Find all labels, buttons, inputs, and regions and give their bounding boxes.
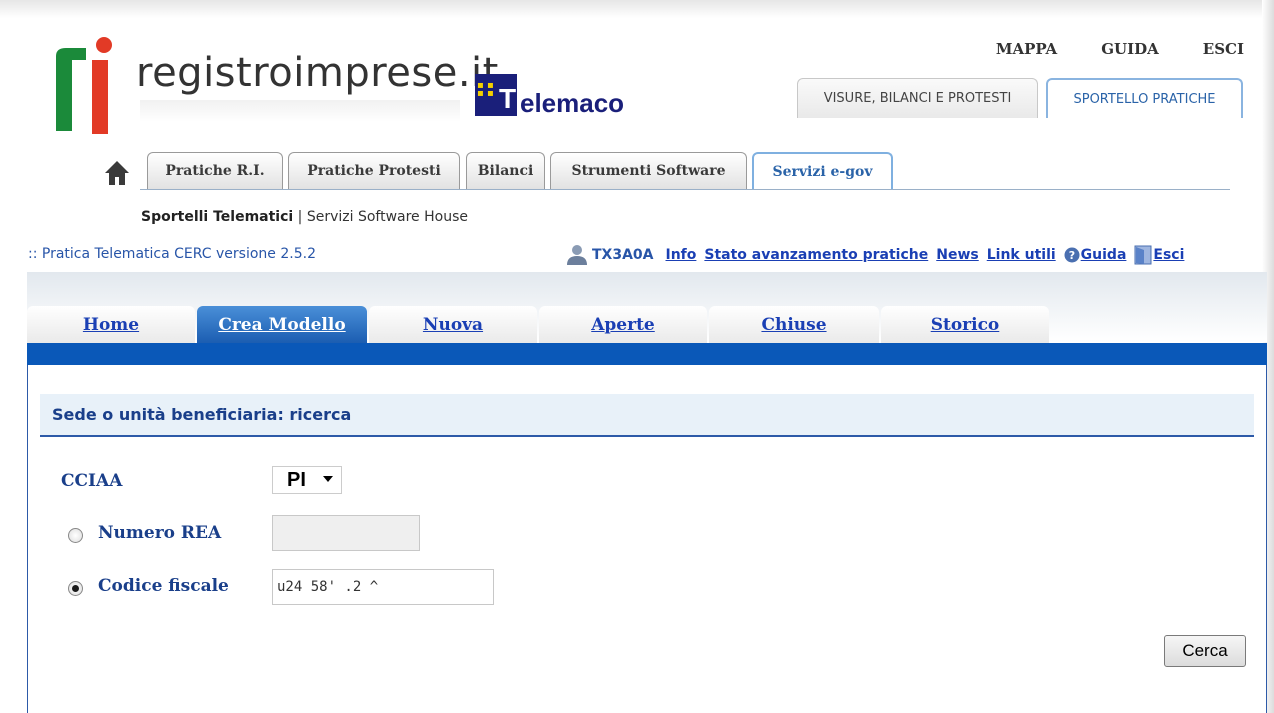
user-icon (567, 245, 587, 265)
home-icon[interactable] (104, 160, 130, 186)
link-esci-user[interactable]: Esci (1153, 247, 1184, 263)
tab-sportello-pratiche[interactable]: SPORTELLO PRATICHE (1046, 78, 1243, 118)
link-mappa[interactable]: MAPPA (996, 40, 1057, 58)
tab-chiuse[interactable]: Chiuse (709, 306, 879, 344)
svg-text:?: ? (1068, 249, 1074, 262)
tab-bilanci[interactable]: Bilanci (466, 152, 545, 189)
subnav-sportelli-telematici[interactable]: Sportelli Telematici (141, 209, 293, 225)
tab-nuova[interactable]: Nuova (369, 306, 537, 344)
subnav: Sportelli Telematici | Servizi Software … (141, 209, 468, 225)
tab-visure-bilanci-protesti[interactable]: VISURE, BILANCI E PROTESTI (797, 78, 1038, 118)
numero-rea-input[interactable] (272, 515, 420, 551)
codice-fiscale-label: Codice fiscale (98, 576, 229, 596)
tab-home[interactable]: Home (27, 306, 195, 344)
top-links: MAPPA GUIDA ESCI (996, 40, 1244, 58)
tab-strumenti-software[interactable]: Strumenti Software (550, 152, 747, 189)
user-id: TX3A0A (592, 247, 654, 263)
tab-servizi-egov[interactable]: Servizi e-gov (752, 152, 893, 189)
link-guida-user[interactable]: Guida (1081, 247, 1127, 263)
link-guida[interactable]: GUIDA (1101, 40, 1159, 58)
telemaco-logo-text: elemaco (520, 88, 625, 118)
tab-pratiche-ri[interactable]: Pratiche R.I. (147, 152, 283, 189)
brand-name: registroimprese.it (136, 50, 499, 96)
chevron-down-icon (323, 476, 333, 482)
tab-crea-modello[interactable]: Crea Modello (197, 306, 367, 344)
link-news[interactable]: News (936, 247, 978, 263)
link-esci[interactable]: ESCI (1203, 40, 1244, 58)
exit-door-icon[interactable] (1134, 245, 1152, 265)
cciaa-label: CCIAA (61, 471, 123, 491)
search-panel: Sede o unità beneficiaria: ricerca CCIAA… (27, 365, 1267, 713)
subnav-servizi-software-house[interactable]: Servizi Software House (307, 209, 468, 225)
cerca-button[interactable]: Cerca (1164, 635, 1246, 667)
link-link-utili[interactable]: Link utili (987, 247, 1056, 263)
registroimprese-logo[interactable] (54, 36, 134, 138)
help-icon[interactable]: ? (1064, 247, 1080, 263)
tab-aperte[interactable]: Aperte (539, 306, 707, 344)
telemaco-logo-letter: T (499, 83, 517, 114)
radio-codice-fiscale[interactable] (68, 581, 83, 596)
cciaa-select[interactable]: PI (272, 466, 342, 494)
numero-rea-label: Numero REA (98, 523, 222, 543)
page: registroimprese.it ▪ ▪ ▪ ▪ T elemaco MAPP… (0, 0, 1274, 713)
tab-storico[interactable]: Storico (881, 306, 1049, 344)
tab-pratiche-protesti[interactable]: Pratiche Protesti (288, 152, 460, 189)
app-version-line: :: Pratica Telematica CERC versione 2.5.… (28, 246, 316, 262)
link-info[interactable]: Info (666, 247, 697, 263)
section-title: Sede o unità beneficiaria: ricerca (40, 394, 1254, 437)
codice-fiscale-input[interactable]: u24 58' .2 ^ (272, 569, 494, 605)
user-bar: TX3A0A Info Stato avanzamento pratiche N… (566, 244, 1184, 266)
link-stato-avanzamento[interactable]: Stato avanzamento pratiche (704, 247, 928, 263)
radio-numero-rea[interactable] (68, 528, 83, 543)
